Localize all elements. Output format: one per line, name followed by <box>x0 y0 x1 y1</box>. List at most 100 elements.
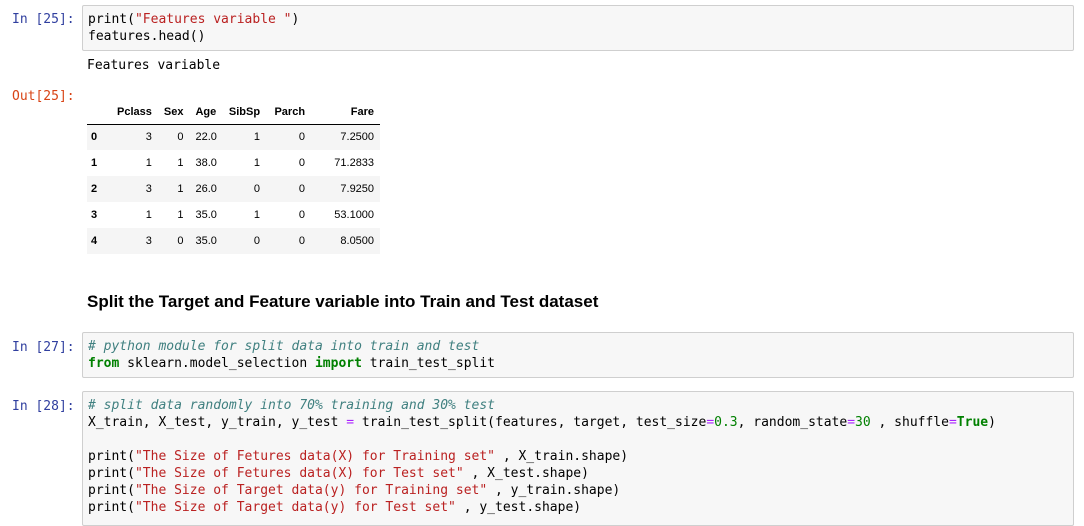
table-cell: 0 <box>177 131 184 144</box>
code-token: , random_state <box>737 415 848 430</box>
row-index: 1 <box>91 157 98 169</box>
code-line: print("The Size of Target data(y) for Te… <box>88 499 1068 516</box>
table-header-row: Pclass Sex Age SibSp Parch Fare <box>87 101 381 125</box>
code-token: print( <box>88 483 135 498</box>
code-token: print( <box>88 500 135 515</box>
table-row: 0 3 0 22.0 1 0 7.2500 <box>87 124 381 150</box>
table-cell: 0 <box>298 131 306 144</box>
table-cell: 22.0 <box>195 131 217 144</box>
code-token: , shuffle <box>870 415 949 430</box>
row-index: 3 <box>91 209 98 221</box>
code-comment: # python module for split data into trai… <box>88 339 480 354</box>
code-token: print( <box>88 449 135 464</box>
code-token: , X_test.shape) <box>463 466 589 481</box>
keyword: True <box>956 415 989 430</box>
dataframe-table: Pclass Sex Age SibSp Parch Fare 0 3 0 22… <box>87 101 381 254</box>
table-cell: 1 <box>177 183 184 195</box>
input-prompt-27: In [27]: <box>12 340 75 355</box>
input-prompt-28: In [28]: <box>12 399 75 414</box>
table-cell: 7.2500 <box>340 131 375 144</box>
column-header <box>87 101 111 125</box>
table-cell: 3 <box>145 183 152 195</box>
code-token: ) <box>291 12 300 27</box>
table-cell: 3 <box>145 235 152 247</box>
table-cell: 71.2833 <box>334 157 375 169</box>
table-cell: 53.1000 <box>334 209 375 221</box>
code-line: print("The Size of Target data(y) for Tr… <box>88 482 1068 499</box>
table-cell: 0 <box>298 209 306 221</box>
row-index: 0 <box>91 131 98 144</box>
table-row: 4 3 0 35.0 0 0 8.0500 <box>87 228 381 254</box>
table-cell: 1 <box>253 157 261 169</box>
cell-stdout-25: Features variable <box>87 58 221 73</box>
table-cell: 3 <box>145 131 152 144</box>
column-header: SibSp <box>222 101 267 125</box>
table-cell: 0 <box>177 235 184 247</box>
markdown-heading: Split the Target and Feature variable in… <box>87 292 599 311</box>
code-token: , X_train.shape) <box>495 449 629 464</box>
table-cell: 7.9250 <box>340 183 375 195</box>
operator: = <box>346 415 355 430</box>
table-cell: 8.0500 <box>340 235 375 247</box>
operator: = <box>847 415 856 430</box>
column-header: Pclass <box>111 101 158 125</box>
table-row: 2 3 1 26.0 0 0 7.9250 <box>87 176 381 202</box>
table-cell: 0 <box>253 183 261 195</box>
table-cell: 1 <box>253 131 261 144</box>
string-literal: "The Size of Fetures data(X) for Test se… <box>134 466 464 481</box>
code-line: from sklearn.model_selection import trai… <box>88 355 1068 372</box>
table-row: 1 1 1 38.0 1 0 71.2833 <box>87 150 380 176</box>
table-cell: 1 <box>253 209 261 221</box>
number-literal: 0.3 <box>714 415 738 430</box>
code-line: X_train, X_test, y_train, y_test = train… <box>88 414 1068 431</box>
table-cell: 1 <box>177 209 184 221</box>
code-cell-25[interactable]: print("Features variable ") features.hea… <box>82 5 1074 51</box>
table-cell: 1 <box>145 157 152 169</box>
table-cell: 26.0 <box>195 183 217 195</box>
table-cell: 0 <box>298 157 306 169</box>
operator: = <box>706 415 715 430</box>
code-token: , y_train.shape) <box>487 483 621 498</box>
code-line: print("Features variable ") <box>88 11 1068 28</box>
table-cell: 35.0 <box>195 235 217 247</box>
string-literal: "The Size of Target data(y) for Training… <box>134 483 488 498</box>
table-cell: 35.0 <box>195 209 217 221</box>
code-comment: # split data randomly into 70% training … <box>88 398 495 413</box>
keyword: from <box>88 356 120 371</box>
code-line: print("The Size of Fetures data(X) for T… <box>88 465 1068 482</box>
table-cell: 0 <box>298 183 306 195</box>
output-prompt-25: Out[25]: <box>12 89 75 104</box>
table-cell: 0 <box>298 235 306 247</box>
code-cell-28[interactable]: # split data randomly into 70% training … <box>82 391 1074 526</box>
operator: = <box>948 415 957 430</box>
code-token: X_train, X_test, y_train, y_test <box>88 415 347 430</box>
column-header: Age <box>189 101 223 125</box>
keyword: import <box>314 356 362 371</box>
code-cell-27[interactable]: # python module for split data into trai… <box>82 332 1074 378</box>
string-literal: "The Size of Target data(y) for Test set… <box>134 500 456 515</box>
table-cell: 1 <box>145 209 152 221</box>
table-cell: 0 <box>253 235 261 247</box>
code-token: train_test_split(features, target, test_… <box>354 415 707 430</box>
number-literal: 30 <box>855 415 871 430</box>
row-index: 4 <box>91 235 98 247</box>
string-literal: "The Size of Fetures data(X) for Trainin… <box>134 449 495 464</box>
table-cell: 38.0 <box>195 157 217 169</box>
table-row: 3 1 1 35.0 1 0 53.1000 <box>87 202 380 228</box>
column-header: Sex <box>157 101 190 125</box>
code-line: features.head() <box>88 29 206 44</box>
code-line: print("The Size of Fetures data(X) for T… <box>88 448 1068 465</box>
code-token: ) <box>988 415 996 430</box>
column-header: Fare <box>311 101 381 125</box>
code-token: print( <box>88 12 135 27</box>
code-token: sklearn.model_selection <box>119 356 315 371</box>
string-literal: "Features variable " <box>134 12 292 27</box>
column-header: Parch <box>266 101 312 125</box>
table-cell: 1 <box>177 157 184 169</box>
input-prompt-25: In [25]: <box>12 12 75 27</box>
code-token: print( <box>88 466 135 481</box>
code-token: train_test_split <box>361 356 496 371</box>
code-token: , y_test.shape) <box>455 500 582 515</box>
row-index: 2 <box>91 183 98 195</box>
